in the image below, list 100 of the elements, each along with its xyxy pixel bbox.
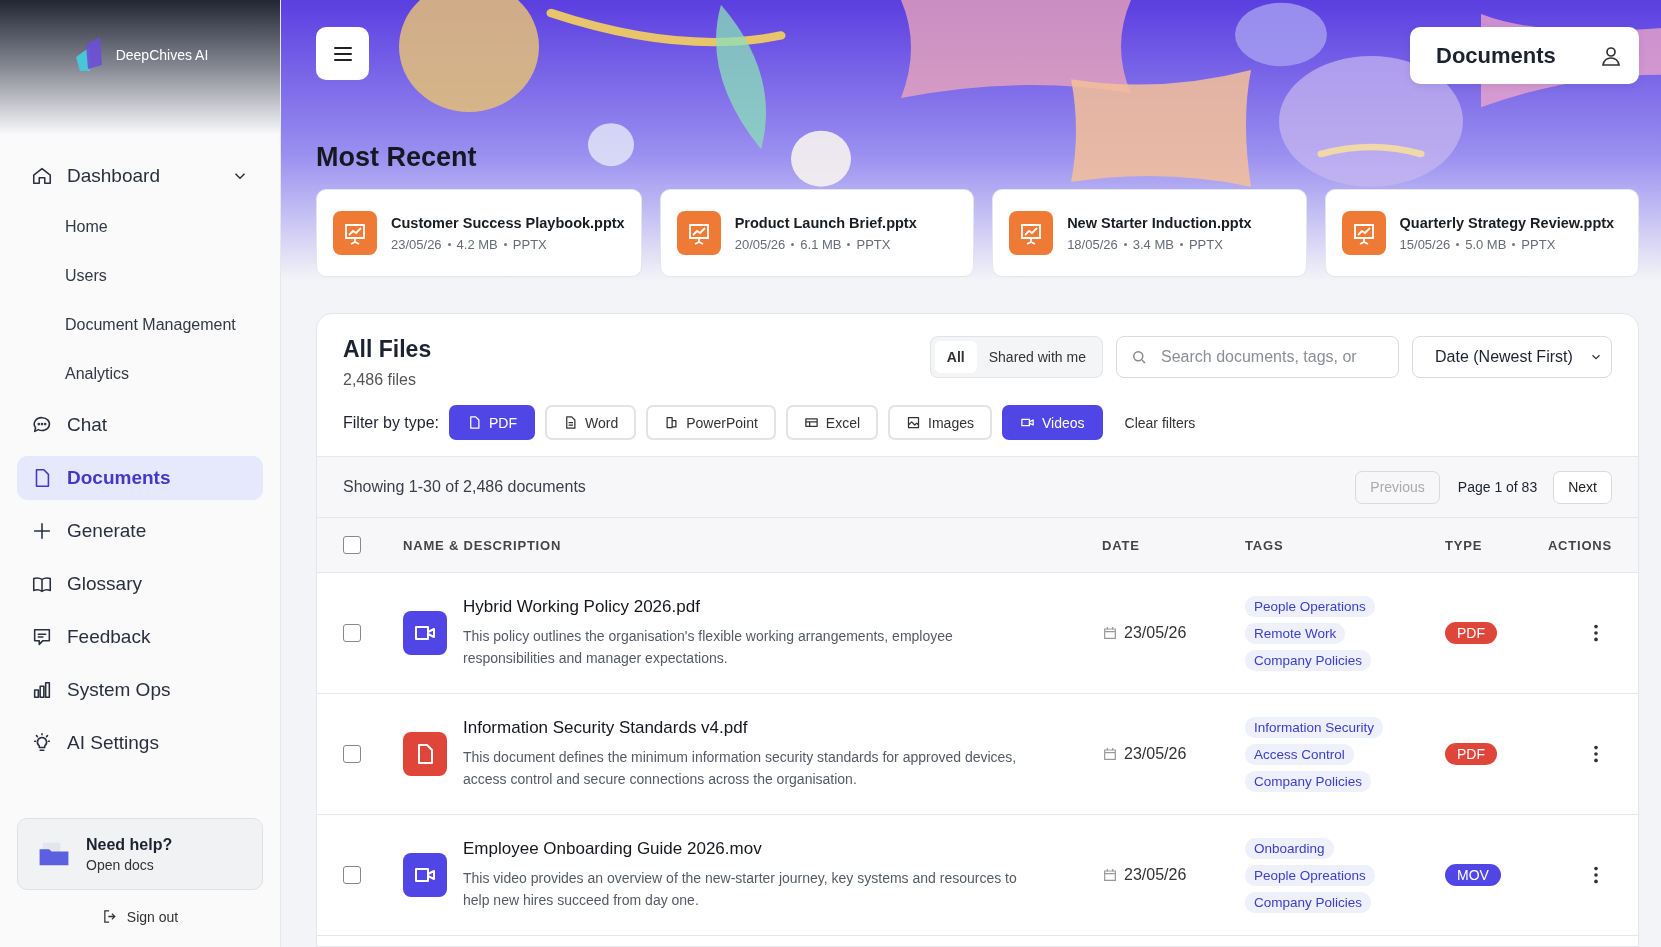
tag[interactable]: People Operations: [1245, 595, 1375, 617]
scope-tab[interactable]: Shared with me: [976, 341, 1098, 373]
document-date: 23/05/26: [1124, 745, 1187, 763]
help-title: Need help?: [86, 835, 173, 854]
tag[interactable]: Information Security: [1245, 716, 1384, 738]
help-link[interactable]: Open docs: [86, 856, 173, 873]
nav-item[interactable]: Dashboard: [17, 154, 263, 198]
row-checkbox[interactable]: [343, 866, 361, 884]
file-type: PPTX: [512, 236, 547, 252]
file-size: 4.2 MB: [456, 236, 498, 252]
document-description: This video provides an overview of the new-starter journey, key systems and resources to help new hires succeed from day one.: [463, 868, 1018, 910]
filter-chip[interactable]: Excel: [785, 405, 879, 440]
search-field[interactable]: Search documents, tags, or: [1116, 336, 1399, 378]
video-icon: [403, 853, 447, 897]
text-document-icon: [563, 415, 579, 430]
file-size: 6.1 MB: [800, 236, 842, 252]
nav-item[interactable]: System Ops: [17, 668, 263, 712]
tag[interactable]: People Opreations: [1245, 864, 1375, 886]
nav-item[interactable]: Generate: [17, 509, 263, 553]
nav-subitem[interactable]: Analytics: [17, 354, 263, 394]
nav-subitem[interactable]: Users: [17, 256, 263, 296]
row-checkbox[interactable]: [343, 624, 361, 642]
video-icon: [403, 611, 447, 655]
file-name: Customer Success Playbook.pptx: [391, 214, 625, 231]
document-name[interactable]: Hybrid Working Policy 2026.pdf: [463, 596, 1033, 617]
column-header: DATE: [1102, 537, 1141, 553]
more-options-icon[interactable]: [1592, 743, 1600, 765]
tag[interactable]: Company Policies: [1245, 770, 1372, 792]
filter-chip[interactable]: PowerPoint: [646, 405, 776, 440]
tag[interactable]: Onboarding: [1245, 837, 1334, 859]
file-date: 18/05/26: [1067, 236, 1118, 252]
page-indicator: Page 1 of 83: [1457, 479, 1538, 495]
image-icon: [906, 415, 922, 430]
calendar-icon: [1102, 625, 1118, 641]
nav-subitem[interactable]: Home: [17, 207, 263, 247]
menu-button[interactable]: [316, 27, 369, 80]
type-badge: PDF: [1445, 743, 1497, 765]
light-bulb-icon: [31, 732, 53, 754]
document-name[interactable]: Employee Onboarding Guide 2026.mov: [463, 838, 1033, 859]
nav-item[interactable]: Documents: [17, 456, 263, 500]
clear-filters-link[interactable]: Clear filters: [1124, 414, 1196, 431]
nav-item[interactable]: Feedback: [17, 615, 263, 659]
file-date: 20/05/26: [734, 236, 786, 252]
document-date: 23/05/26: [1124, 624, 1187, 642]
filter-chip[interactable]: Videos: [1002, 405, 1103, 440]
file-size: 3.4 MB: [1132, 236, 1174, 252]
file-type: PPTX: [1188, 236, 1223, 252]
document-description: This document defines the minimum information security standards for approved devices, access control and secure connections across the organisation.: [463, 747, 1018, 789]
filter-chip[interactable]: Images: [888, 405, 992, 440]
slides-icon: [664, 415, 680, 430]
panel-title: All Files: [343, 336, 432, 363]
next-button[interactable]: Next: [1553, 470, 1612, 504]
file-date: 23/05/26: [391, 236, 442, 252]
tag[interactable]: Company Policies: [1245, 891, 1372, 913]
recent-file-card[interactable]: New Starter Induction.pptx 18/05/26 3.4 MB PPTX: [992, 189, 1307, 277]
nav-item[interactable]: AI Settings: [17, 721, 263, 765]
help-card[interactable]: Need help? Open docs: [17, 818, 263, 890]
presentation-icon: [333, 211, 377, 255]
sort-dropdown[interactable]: Date (Newest First): [1412, 336, 1612, 378]
nav-item[interactable]: Glossary: [17, 562, 263, 606]
file-type: PPTX: [856, 236, 891, 252]
calendar-icon: [1102, 746, 1118, 762]
column-header: TAGS: [1245, 537, 1285, 553]
calendar-icon: [1102, 867, 1118, 883]
scope-tab[interactable]: All: [934, 341, 977, 373]
decorative-circle: [588, 123, 634, 167]
presentation-icon: [1341, 211, 1386, 255]
file-count: 2,486 files: [343, 371, 417, 389]
sign-out-button[interactable]: Sign out: [101, 908, 179, 925]
select-all-checkbox[interactable]: [343, 536, 361, 554]
sign-out-icon: [101, 908, 119, 925]
brand-name: DeepChives AI: [115, 47, 209, 63]
row-checkbox[interactable]: [343, 745, 361, 763]
tag[interactable]: Remote Work: [1245, 622, 1346, 644]
column-header: NAME & DESCRIPTION: [403, 537, 563, 553]
folder-icon: [38, 841, 70, 867]
filter-chip[interactable]: Word: [545, 405, 637, 440]
file-type: PPTX: [1521, 236, 1556, 252]
document-name[interactable]: Information Security Standards v4.pdf: [463, 717, 1033, 738]
presentation-icon: [1009, 211, 1054, 255]
bar-chart-icon: [31, 679, 53, 701]
nav-item[interactable]: Chat: [17, 403, 263, 447]
message-icon: [31, 626, 53, 648]
home-icon: [31, 165, 53, 187]
section-title: Most Recent: [316, 142, 477, 173]
recent-file-card[interactable]: Customer Success Playbook.pptx 23/05/26 4.2 MB PPTX: [316, 189, 642, 277]
recent-file-card[interactable]: Quarterly Strategy Review.pptx 15/05/26 5.0 MB PPTX: [1324, 189, 1639, 277]
more-options-icon[interactable]: [1592, 622, 1600, 644]
more-options-icon[interactable]: [1592, 864, 1600, 886]
tag[interactable]: Company Policies: [1245, 649, 1372, 671]
file-name: Product Launch Brief.pptx: [734, 214, 917, 231]
presentation-icon: [676, 211, 721, 255]
document-date: 23/05/26: [1124, 866, 1187, 884]
column-header: TYPE: [1445, 537, 1484, 553]
document-icon: [403, 732, 447, 776]
nav-subitem[interactable]: Document Management: [17, 305, 263, 345]
page-title: Documents: [1436, 42, 1556, 69]
tag[interactable]: Access Control: [1245, 743, 1354, 765]
recent-file-card[interactable]: Product Launch Brief.pptx 20/05/26 6.1 MB PPTX: [659, 189, 975, 277]
filter-chip[interactable]: PDF: [449, 405, 536, 440]
